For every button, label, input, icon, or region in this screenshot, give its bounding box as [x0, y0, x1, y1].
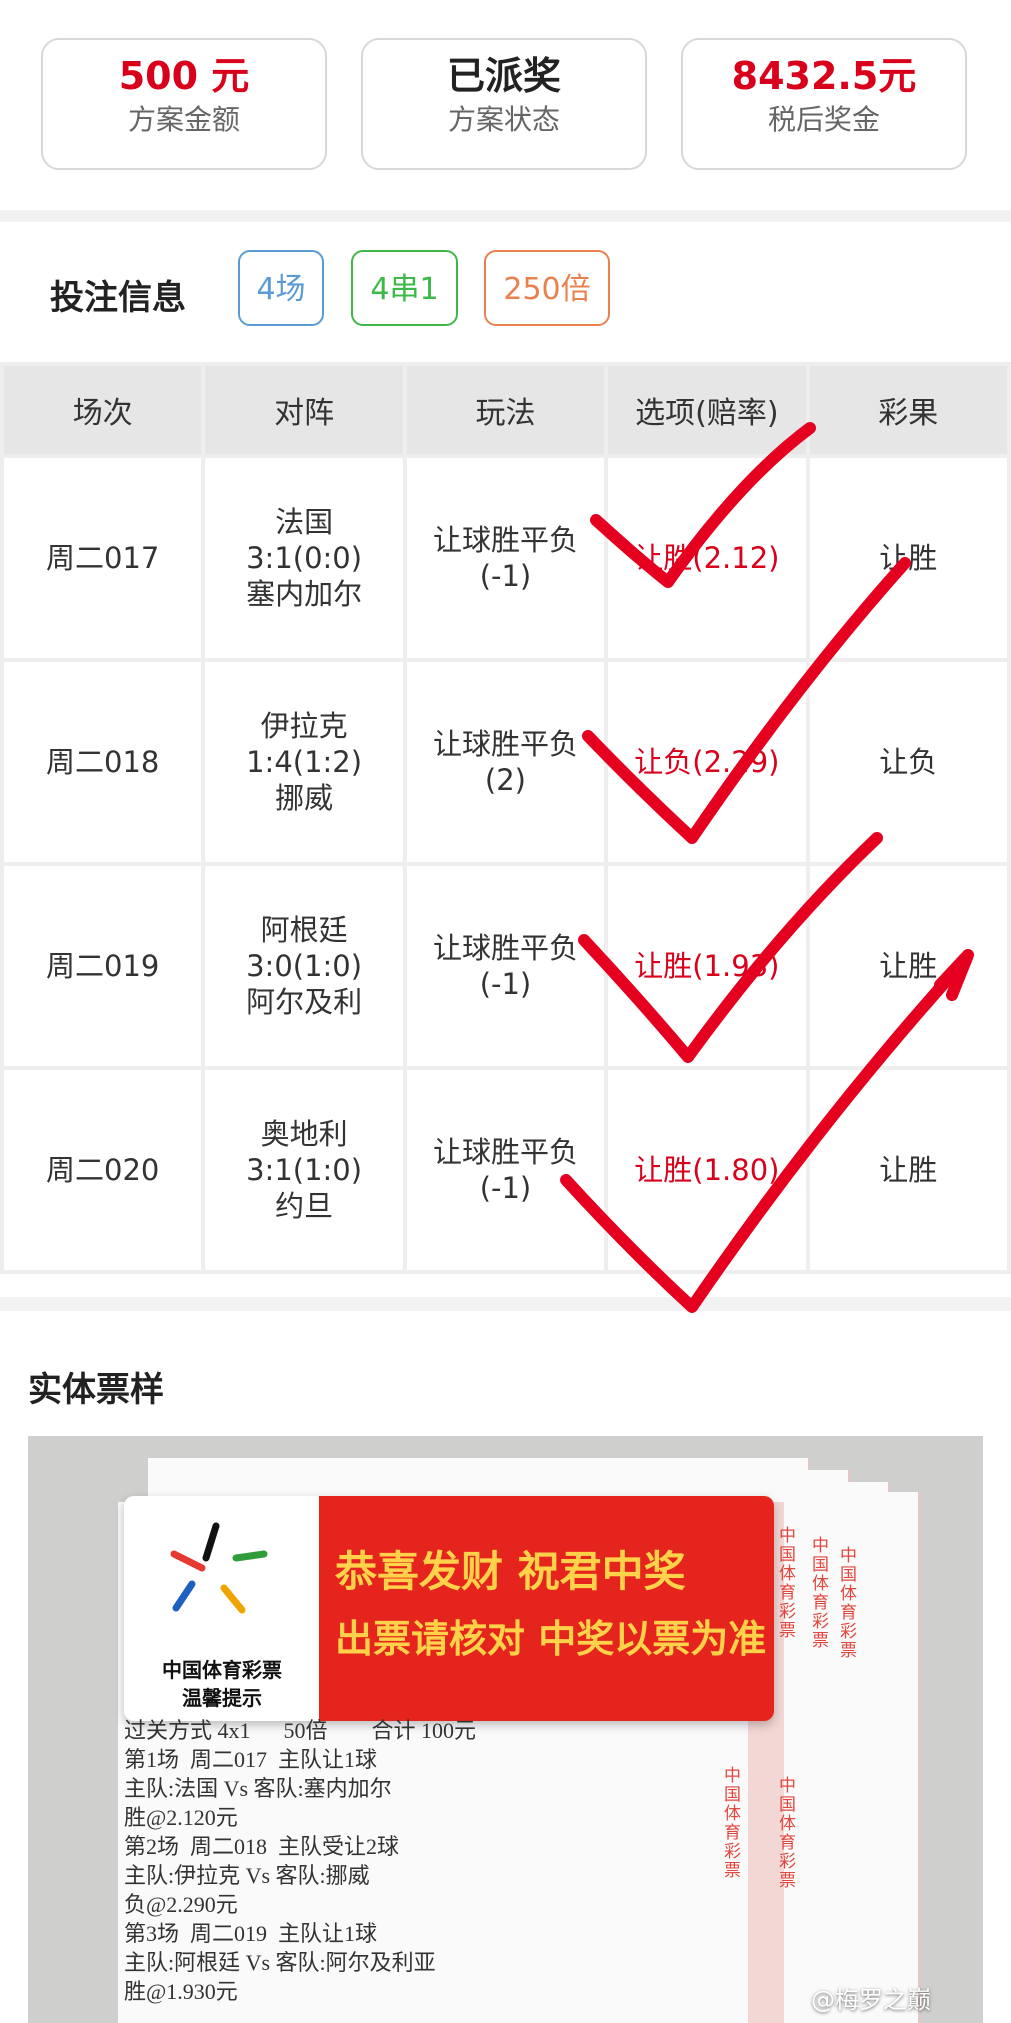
match-cell: 法国 3:1(0:0) 塞内加尔	[205, 458, 403, 658]
match-cell: 伊拉克 1:4(1:2) 挪威	[205, 662, 403, 862]
away-team: 阿尔及利	[246, 985, 363, 1019]
match-cell: 奥地利 3:1(1:0) 约旦	[205, 1070, 403, 1270]
watermark: @梅罗之巅	[811, 1986, 931, 2014]
handicap: (-1)	[479, 967, 532, 1001]
match-id: 周二020	[4, 1070, 202, 1270]
multiple-tag: 250倍	[484, 250, 610, 326]
ticket-strip-text: 中国体育彩票	[775, 1776, 795, 1890]
red-panel: 恭喜发财 祝君中奖 出票请核对 中奖以票为准	[319, 1496, 774, 1721]
receipt-line: 过关方式 4x1 50倍 合计 100元	[124, 1718, 477, 1743]
receipt-line: 主队:阿根廷 Vs 客队:阿尔及利亚	[124, 1950, 436, 1975]
bet-info-section: 投注信息 4场 4串1 250倍 场次 对阵 玩法 选项(赔率) 彩果 周二01…	[0, 222, 1011, 1297]
match-cell: 阿根廷 3:0(1:0) 阿尔及利	[205, 866, 403, 1066]
amount-value: 500 元	[118, 54, 250, 98]
table-row: 周二017 法国 3:1(0:0) 塞内加尔 让球胜平负 (-1) 让胜(2.1…	[4, 458, 1007, 658]
play-cell: 让球胜平负 (2)	[406, 662, 605, 862]
option-odds: 让胜(1.93)	[608, 866, 806, 1066]
play-cell: 让球胜平负 (-1)	[406, 1070, 605, 1270]
prize-value: 8432.5元	[731, 54, 917, 98]
col-header: 彩果	[809, 366, 1007, 454]
match-id: 周二018	[4, 662, 202, 862]
result: 让胜	[809, 1070, 1007, 1270]
receipt-line: 第1场 周二017 主队让1球	[124, 1747, 378, 1772]
lottery-plaque: 中国体育彩票 温馨提示 恭喜发财 祝君中奖 出票请核对 中奖以票为准	[124, 1496, 774, 1721]
ticket-strip-text: 中国体育彩票	[775, 1526, 795, 1640]
score: 3:0(1:0)	[246, 949, 363, 983]
match-id: 周二017	[4, 458, 202, 658]
score: 3:1(1:0)	[246, 1153, 363, 1187]
ticket-strip-text: 中国体育彩票	[720, 1766, 740, 1880]
away-team: 塞内加尔	[246, 577, 363, 611]
status-value: 已派奖	[446, 54, 561, 98]
option-odds: 让胜(2.12)	[608, 458, 806, 658]
brand-tip: 温馨提示	[182, 1686, 262, 1710]
result: 让胜	[809, 866, 1007, 1066]
ticket-photo: 中国体育彩票 中国体育彩票 中国体育彩票 中国体育彩票 中国体育彩票 中国体育彩…	[28, 1436, 983, 2023]
bet-info-header: 投注信息 4场 4串1 250倍	[0, 250, 1011, 330]
bet-info-title: 投注信息	[50, 278, 186, 318]
summary-section: 500 元 方案金额 已派奖 方案状态 8432.5元 税后奖金	[0, 0, 1011, 222]
play-cell: 让球胜平负 (-1)	[406, 866, 605, 1066]
score: 1:4(1:2)	[246, 745, 363, 779]
ticket-section-title: 实体票样	[28, 1370, 164, 1410]
score: 3:1(0:0)	[246, 541, 363, 575]
ticket-strip-text: 中国体育彩票	[836, 1546, 856, 1660]
result: 让胜	[809, 458, 1007, 658]
play-type: 让球胜平负	[432, 523, 578, 557]
col-header: 玩法	[406, 366, 605, 454]
option-odds: 让胜(1.80)	[608, 1070, 806, 1270]
brand-name: 中国体育彩票	[162, 1658, 282, 1682]
lottery-logo-icon	[170, 1522, 268, 1614]
receipt-line: 第2场 周二018 主队受让2球	[124, 1834, 400, 1859]
play-type: 让球胜平负	[432, 727, 578, 761]
amount-card: 500 元 方案金额	[41, 38, 327, 170]
plaque-line-2: 出票请核对 中奖以票为准	[335, 1616, 767, 1661]
home-team: 伊拉克	[260, 709, 348, 743]
handicap: (2)	[484, 763, 527, 797]
home-team: 法国	[275, 505, 334, 539]
table-row: 周二019 阿根廷 3:0(1:0) 阿尔及利 让球胜平负 (-1) 让胜(1.…	[4, 866, 1007, 1066]
result: 让负	[809, 662, 1007, 862]
ticket-strip-text: 中国体育彩票	[808, 1536, 828, 1650]
prize-label: 税后奖金	[767, 103, 880, 136]
status-card: 已派奖 方案状态	[361, 38, 647, 170]
col-header: 场次	[4, 366, 202, 454]
receipt-line: 负@2.290元	[124, 1892, 238, 1917]
away-team: 挪威	[275, 781, 334, 815]
receipt-line: 主队:伊拉克 Vs 客队:挪威	[124, 1863, 370, 1888]
plaque-line-1: 恭喜发财 祝君中奖	[335, 1547, 686, 1596]
bet-table: 场次 对阵 玩法 选项(赔率) 彩果 周二017 法国 3:1(0:0) 塞内加…	[0, 362, 1011, 1274]
amount-label: 方案金额	[127, 103, 240, 136]
table-row: 周二018 伊拉克 1:4(1:2) 挪威 让球胜平负 (2) 让负(2.29)…	[4, 662, 1007, 862]
col-header: 对阵	[205, 366, 403, 454]
play-type: 让球胜平负	[432, 1135, 578, 1169]
pass-type-tag: 4串1	[351, 250, 458, 326]
match-id: 周二019	[4, 866, 202, 1066]
receipt-line: 胜@2.120元	[124, 1805, 238, 1830]
logo-box: 中国体育彩票 温馨提示	[124, 1496, 319, 1721]
receipt-line: 胜@1.930元	[124, 1979, 238, 2004]
status-label: 方案状态	[447, 103, 560, 136]
prize-card: 8432.5元 税后奖金	[681, 38, 967, 170]
col-header: 选项(赔率)	[608, 366, 806, 454]
receipt-line: 主队:法国 Vs 客队:塞内加尔	[124, 1776, 392, 1801]
section-divider	[0, 1297, 1011, 1311]
table-row: 周二020 奥地利 3:1(1:0) 约旦 让球胜平负 (-1) 让胜(1.80…	[4, 1070, 1007, 1270]
play-type: 让球胜平负	[432, 931, 578, 965]
table-header-row: 场次 对阵 玩法 选项(赔率) 彩果	[4, 366, 1007, 454]
lottery-brand: 中国体育彩票 温馨提示	[132, 1656, 312, 1712]
option-odds: 让负(2.29)	[608, 662, 806, 862]
home-team: 阿根廷	[260, 913, 348, 947]
handicap: (-1)	[479, 1171, 532, 1205]
play-cell: 让球胜平负 (-1)	[406, 458, 605, 658]
home-team: 奥地利	[260, 1117, 348, 1151]
away-team: 约旦	[275, 1189, 334, 1223]
ticket-receipt: 过关方式 4x1 50倍 合计 100元 第1场 周二017 主队让1球 主队:…	[124, 1716, 684, 2006]
receipt-line: 第3场 周二019 主队让1球	[124, 1921, 378, 1946]
matches-tag: 4场	[238, 250, 324, 326]
handicap: (-1)	[479, 559, 532, 593]
